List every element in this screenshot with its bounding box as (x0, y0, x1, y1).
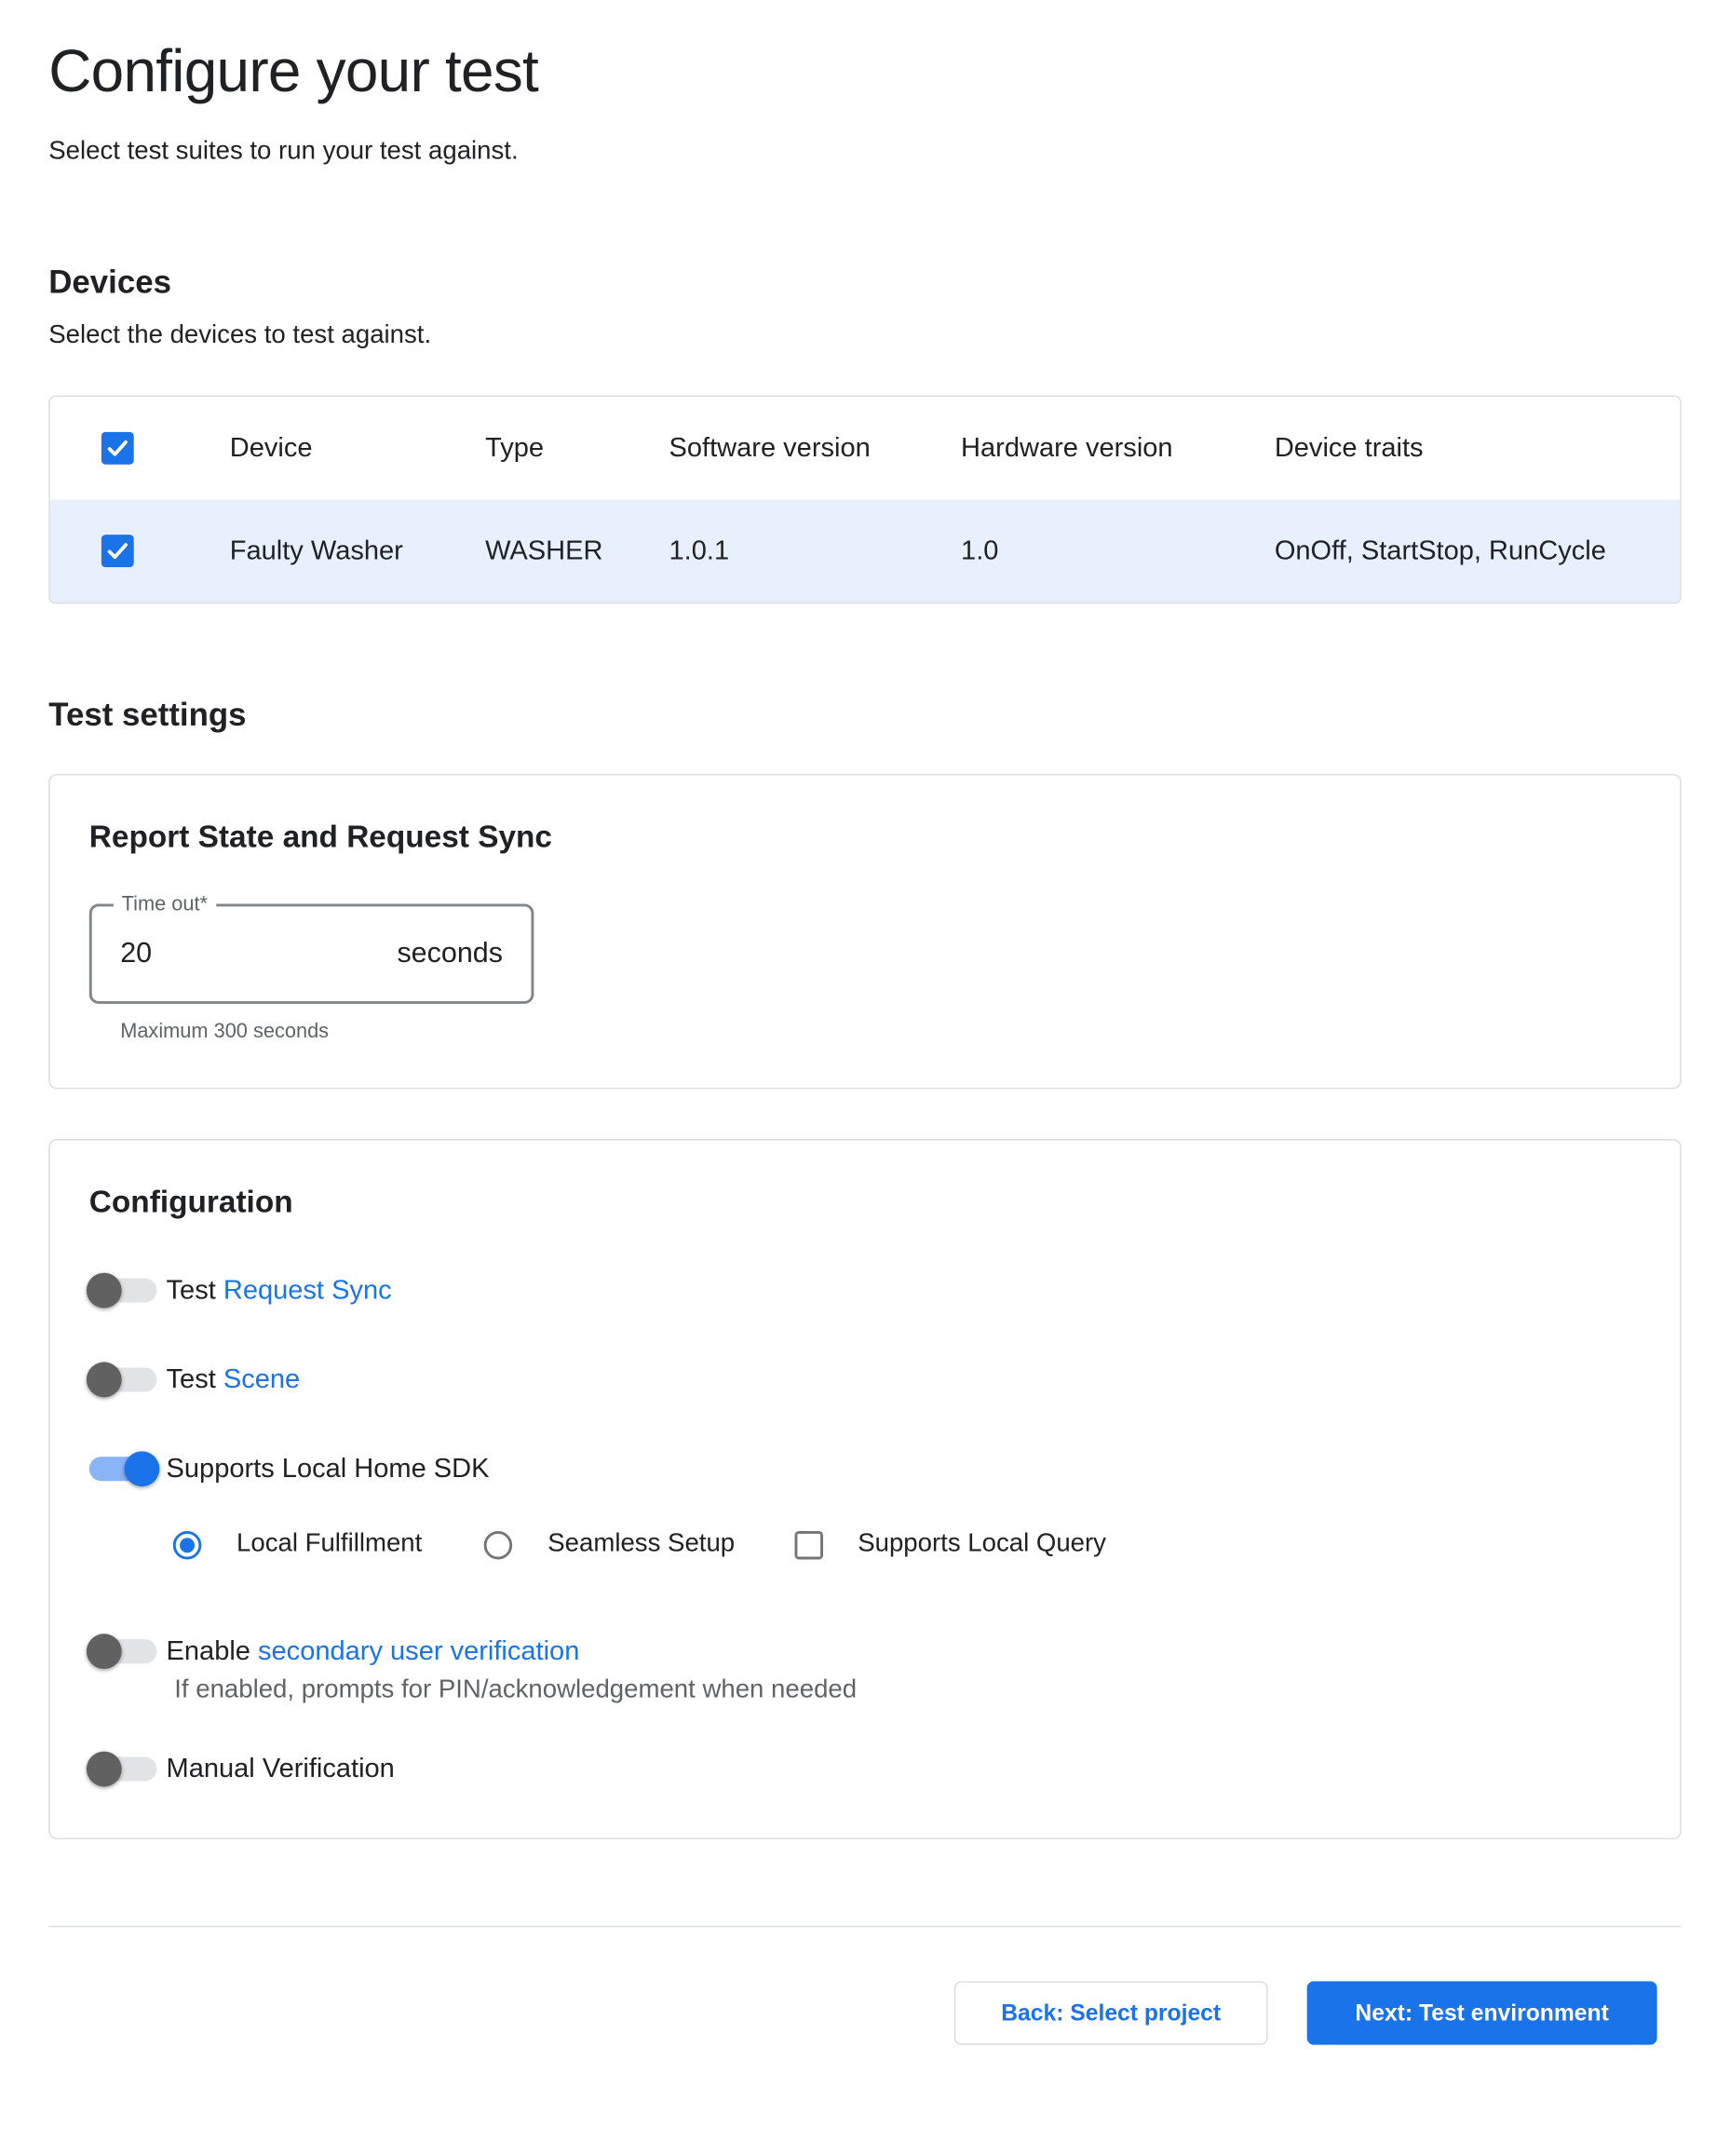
scene-link[interactable]: Scene (223, 1364, 300, 1394)
seamless-setup-label: Seamless Setup (547, 1530, 735, 1560)
test-settings-heading: Test settings (48, 697, 1681, 735)
report-sync-card: Report State and Request Sync Time out* … (48, 774, 1681, 1089)
column-header-hardware-version: Hardware version (961, 433, 1275, 464)
seamless-setup-radio[interactable] (484, 1530, 512, 1558)
devices-heading: Devices (48, 264, 1681, 303)
secondary-user-verification-label: Enable secondary user verification (167, 1634, 580, 1669)
secondary-user-verification-row: Enable secondary user verification (89, 1634, 1641, 1669)
test-scene-row: Test Scene (89, 1363, 1641, 1398)
request-sync-link[interactable]: Request Sync (223, 1276, 392, 1306)
table-row: Faulty Washer WASHER 1.0.1 1.0 OnOff, St… (50, 499, 1681, 602)
cell-software-version: 1.0.1 (669, 536, 962, 566)
test-scene-toggle[interactable] (89, 1363, 157, 1398)
timeout-field-label: Time out* (114, 893, 216, 917)
cell-hardware-version: 1.0 (961, 536, 1275, 566)
column-header-software-version: Software version (669, 433, 962, 464)
devices-description: Select the devices to test against. (48, 319, 1681, 350)
page-subtitle: Select test suites to run your test agai… (48, 136, 1681, 167)
secondary-user-verification-toggle[interactable] (89, 1634, 157, 1669)
toggle-thumb (87, 1634, 122, 1669)
footer-buttons: Back: Select project Next: Test environm… (0, 1981, 1730, 2044)
check-icon (105, 539, 129, 563)
devices-table: Device Type Software version Hardware ve… (48, 396, 1681, 604)
toggle-thumb (87, 1273, 122, 1309)
toggle-thumb (87, 1752, 122, 1787)
timeout-helper-text: Maximum 300 seconds (120, 1020, 1641, 1044)
check-icon (105, 436, 129, 460)
column-header-device: Device (230, 433, 485, 464)
configuration-card: Configuration Test Request Sync Test Sce… (48, 1139, 1681, 1839)
radio-dot (180, 1538, 195, 1553)
local-fulfillment-label: Local Fulfillment (237, 1530, 422, 1560)
manual-verification-toggle[interactable] (89, 1752, 157, 1787)
timeout-input[interactable] (120, 938, 255, 970)
supports-local-query-checkbox[interactable] (794, 1530, 822, 1558)
supports-local-query-label: Supports Local Query (858, 1530, 1106, 1560)
page-title: Configure your test (48, 37, 1681, 107)
column-header-device-traits: Device traits (1275, 433, 1680, 464)
row-select-cell (50, 535, 230, 567)
cell-device-traits: OnOff, StartStop, RunCycle (1275, 536, 1680, 566)
select-all-checkbox[interactable] (101, 432, 134, 465)
manual-verification-row: Manual Verification (89, 1752, 1641, 1787)
supports-local-home-sdk-label: Supports Local Home SDK (167, 1451, 490, 1486)
cell-device-type: WASHER (485, 536, 669, 566)
test-request-sync-toggle[interactable] (89, 1273, 157, 1309)
column-header-type: Type (485, 433, 669, 464)
report-sync-card-title: Report State and Request Sync (89, 819, 1641, 854)
test-request-sync-row: Test Request Sync (89, 1273, 1641, 1309)
row-checkbox[interactable] (101, 535, 134, 567)
supports-local-home-sdk-row: Supports Local Home SDK (89, 1451, 1641, 1486)
local-fulfillment-radio[interactable] (173, 1530, 201, 1558)
test-request-sync-label: Test Request Sync (167, 1273, 392, 1309)
local-home-options-row: Local Fulfillment Seamless Setup Support… (173, 1530, 1641, 1560)
secondary-user-verification-link[interactable]: secondary user verification (258, 1636, 579, 1666)
test-scene-label: Test Scene (167, 1363, 301, 1398)
configuration-card-title: Configuration (89, 1184, 1641, 1219)
toggle-thumb (87, 1363, 122, 1398)
back-select-project-button[interactable]: Back: Select project (954, 1981, 1268, 2044)
timeout-field[interactable]: Time out* seconds (89, 903, 534, 1003)
cell-device-name: Faulty Washer (230, 536, 485, 566)
secondary-user-verification-description: If enabled, prompts for PIN/acknowledgem… (174, 1675, 1641, 1705)
toggle-thumb (125, 1451, 160, 1486)
next-test-environment-button[interactable]: Next: Test environment (1307, 1981, 1657, 2044)
manual-verification-label: Manual Verification (167, 1752, 395, 1787)
footer-divider (48, 1926, 1681, 1927)
timeout-suffix: seconds (397, 938, 503, 970)
supports-local-home-sdk-toggle[interactable] (89, 1451, 157, 1486)
select-all-cell (50, 432, 230, 465)
devices-table-header-row: Device Type Software version Hardware ve… (50, 397, 1681, 499)
